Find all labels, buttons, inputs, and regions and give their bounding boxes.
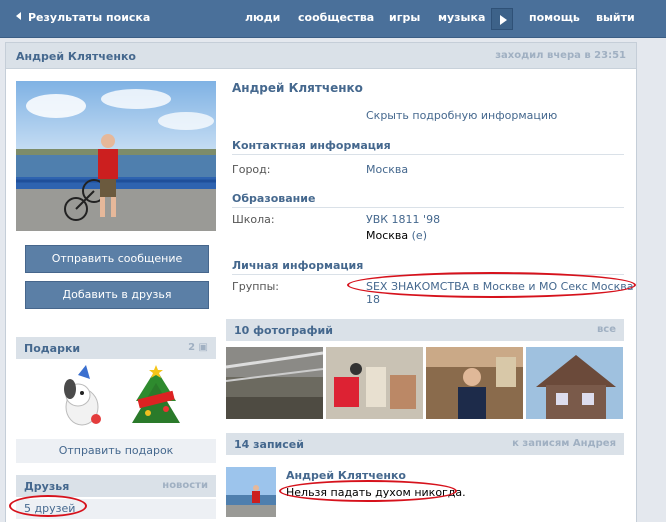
- gifts-count-number: 2: [188, 342, 196, 353]
- to-wall-link[interactable]: к записям Андрея: [512, 438, 616, 449]
- school-city-name: Москва: [366, 229, 409, 242]
- nav-people[interactable]: люди: [245, 11, 280, 24]
- highlight-oval-post: [279, 480, 457, 502]
- gifts-images[interactable]: [16, 361, 216, 433]
- school-label: Школа:: [232, 213, 275, 226]
- city-value[interactable]: Москва: [366, 163, 408, 176]
- wall-title[interactable]: 14 записей: [234, 438, 304, 451]
- send-gift-button[interactable]: Отправить подарок: [16, 439, 216, 463]
- highlight-oval-groups: [347, 272, 636, 298]
- send-message-button[interactable]: Отправить сообщение: [25, 245, 209, 273]
- christmas-tree-gift-icon: [132, 365, 180, 423]
- school-city: Москва (е): [366, 229, 427, 242]
- back-arrow-icon: [16, 12, 21, 20]
- photos-all-link[interactable]: все: [597, 324, 616, 335]
- music-play-button[interactable]: [491, 8, 513, 30]
- section-divider: [232, 207, 624, 208]
- back-to-search-link[interactable]: Результаты поиска: [16, 11, 150, 24]
- top-navigation-bar: Результаты поиска люди сообщества игры м…: [0, 0, 666, 38]
- school-value[interactable]: УВК 1811 '98: [366, 213, 440, 226]
- last-seen-status: заходил вчера в 23:51: [495, 50, 626, 61]
- gifts-list: [16, 361, 216, 433]
- add-friend-button[interactable]: Добавить в друзья: [25, 281, 209, 309]
- nav-games[interactable]: игры: [389, 11, 420, 24]
- photos-title[interactable]: 10 фотографий: [234, 324, 333, 337]
- personal-info-title: Личная информация: [232, 259, 364, 272]
- friends-header: Друзья новости: [16, 475, 216, 497]
- nav-logout[interactable]: выйти: [596, 11, 635, 24]
- city-label: Город:: [232, 163, 271, 176]
- photo-thumbnail[interactable]: [226, 347, 323, 419]
- profile-page: Андрей Клятченко заходил вчера в 23:51 О…: [5, 42, 637, 522]
- photo-thumbnail[interactable]: [326, 347, 423, 419]
- contact-info-title: Контактная информация: [232, 139, 391, 152]
- header-user-name: Андрей Клятченко: [16, 50, 136, 63]
- play-icon: [500, 15, 507, 25]
- groups-label: Группы:: [232, 280, 279, 293]
- education-title: Образование: [232, 192, 316, 205]
- dog-gift-icon: [64, 365, 101, 426]
- profile-header: Андрей Клятченко заходил вчера в 23:51: [6, 43, 636, 69]
- photo-thumbnail[interactable]: [426, 347, 523, 419]
- gifts-count: 2 ▣: [188, 342, 208, 353]
- highlight-oval-friends: [9, 495, 87, 517]
- gift-box-icon: ▣: [198, 342, 208, 353]
- nav-communities[interactable]: сообщества: [298, 11, 374, 24]
- profile-photo[interactable]: [16, 81, 216, 231]
- gifts-title: Подарки: [24, 342, 81, 355]
- profile-name: Андрей Клятченко: [232, 81, 363, 95]
- friends-title[interactable]: Друзья: [24, 480, 69, 493]
- hide-info-link[interactable]: Скрыть подробную информацию: [366, 109, 557, 122]
- back-label: Результаты поиска: [28, 11, 151, 24]
- photos-header: 10 фотографий все: [226, 319, 624, 341]
- photo-thumbnail[interactable]: [526, 347, 623, 419]
- gifts-header: Подарки 2 ▣: [16, 337, 216, 359]
- post-author-avatar[interactable]: [226, 467, 276, 517]
- wall-header: 14 записей к записям Андрея: [226, 433, 624, 455]
- section-divider: [232, 154, 624, 155]
- nav-help[interactable]: помощь: [529, 11, 580, 24]
- nav-music[interactable]: музыка: [438, 11, 485, 24]
- friends-news-link[interactable]: новости: [162, 480, 208, 491]
- school-city-suffix[interactable]: (е): [412, 229, 427, 242]
